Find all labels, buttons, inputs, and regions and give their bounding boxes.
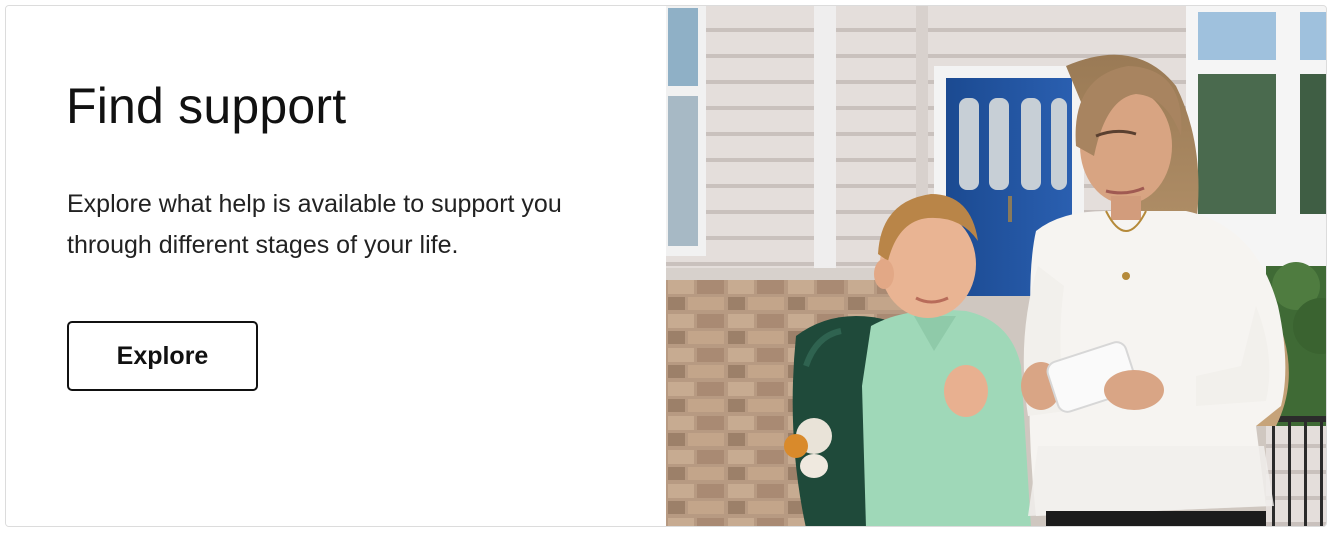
- find-support-card: Find support Explore what help is availa…: [5, 5, 1327, 527]
- card-description: Explore what help is available to suppor…: [67, 190, 562, 259]
- text-panel: Find support Explore what help is availa…: [6, 6, 666, 526]
- mother-and-son-photo: [666, 6, 1326, 526]
- card-title: Find support: [66, 78, 347, 134]
- photo-panel: [666, 6, 1326, 526]
- explore-button[interactable]: Explore: [67, 321, 258, 391]
